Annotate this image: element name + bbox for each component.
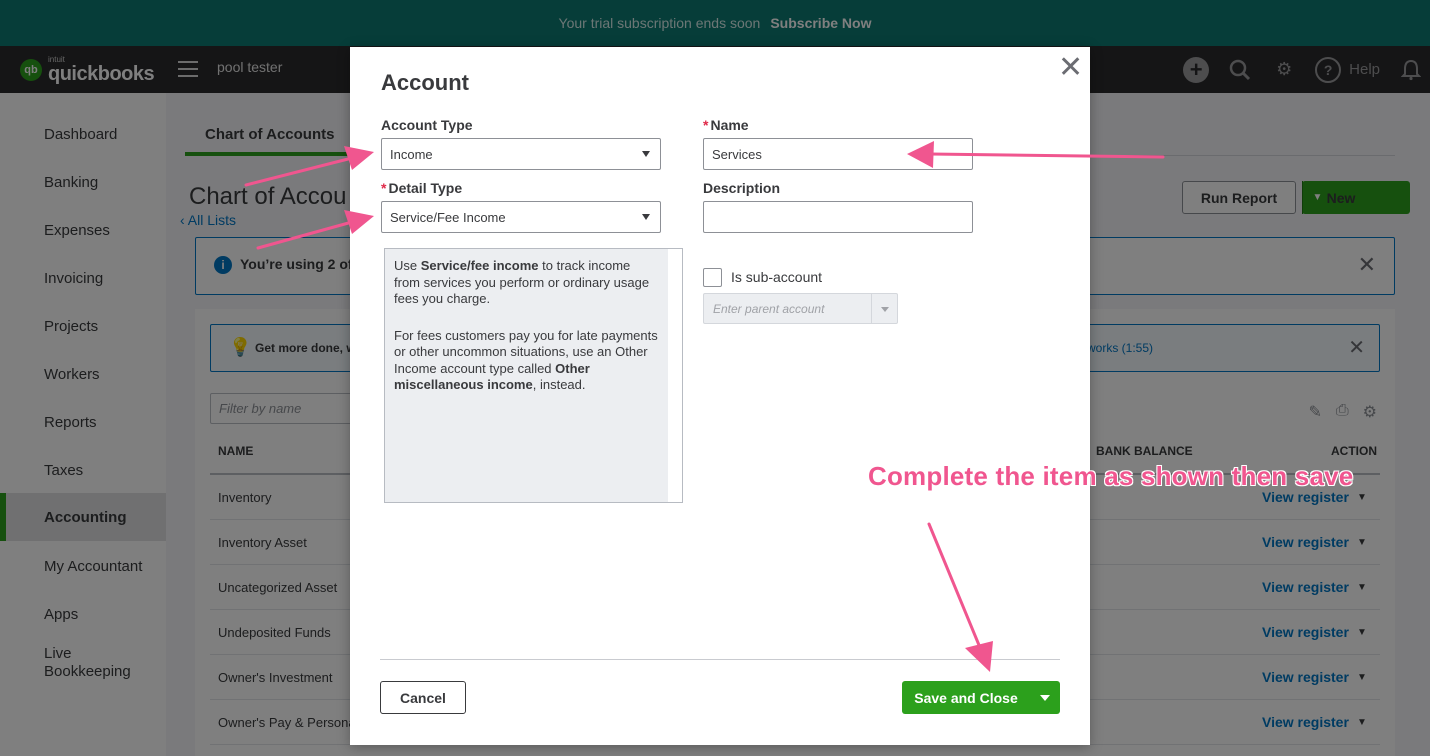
chevron-down-icon[interactable] <box>1030 681 1060 714</box>
detail-type-label-text: Detail Type <box>388 180 463 196</box>
name-label: * Name <box>703 117 749 133</box>
account-type-label: Account Type <box>381 117 473 133</box>
cancel-button[interactable]: Cancel <box>380 681 466 714</box>
account-type-select[interactable]: Income <box>381 138 661 170</box>
divider <box>871 294 872 323</box>
footer-divider <box>380 659 1060 660</box>
help-text: Use Service/fee income to track income f… <box>385 249 668 502</box>
detail-type-help: Use Service/fee income to track income f… <box>384 248 683 503</box>
dropdown-arrow-icon <box>642 151 650 157</box>
help-paragraph: Use Service/fee income to track income f… <box>394 258 659 308</box>
close-icon[interactable]: ✕ <box>1058 53 1083 83</box>
name-input[interactable]: Services <box>703 138 973 170</box>
parent-account-select: Enter parent account <box>703 293 898 324</box>
save-and-close-label: Save and Close <box>914 689 1018 706</box>
dropdown-arrow-icon <box>642 214 650 220</box>
account-type-value: Income <box>390 147 433 162</box>
detail-type-label: * Detail Type <box>381 180 462 196</box>
parent-account-placeholder: Enter parent account <box>713 302 825 316</box>
account-dialog: Account ✕ Account Type Income * Detail Ty… <box>350 47 1090 745</box>
name-label-text: Name <box>710 117 749 133</box>
help-paragraph: For fees customers pay you for late paym… <box>394 328 659 394</box>
save-and-close-button[interactable]: Save and Close <box>902 681 1060 714</box>
help-text-part: For fees customers pay you for late paym… <box>394 327 658 376</box>
description-label: Description <box>703 180 781 196</box>
detail-type-value: Service/Fee Income <box>390 210 506 225</box>
required-marker: * <box>703 117 709 133</box>
description-input[interactable] <box>703 201 973 233</box>
help-text-part: Use <box>394 258 421 273</box>
sub-account-checkbox[interactable] <box>703 268 722 287</box>
dropdown-arrow-icon <box>881 307 889 312</box>
detail-type-select[interactable]: Service/Fee Income <box>381 201 661 233</box>
dialog-title: Account <box>381 70 469 95</box>
sub-account-label[interactable]: Is sub-account <box>731 269 822 285</box>
help-text-part: , instead. <box>532 377 586 392</box>
required-marker: * <box>381 180 387 196</box>
help-text-bold: Service/fee income <box>420 258 539 273</box>
annotation-text: Complete the item as shown then save <box>868 461 1354 491</box>
